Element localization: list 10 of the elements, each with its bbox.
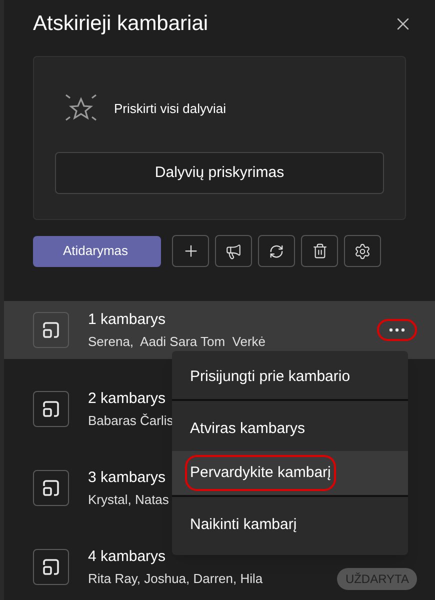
panel-title: Atskirieji kambariai: [33, 11, 208, 38]
room-members: Babaras Čarlis: [88, 412, 174, 430]
status-message: Priskirti visi dalyviai: [114, 100, 226, 118]
room-members: Serena, Aadi Sara Tom Verkė: [88, 332, 266, 350]
room-name: 3 kambarys: [88, 468, 166, 488]
room-members: Rita Ray, Joshua, Darren, Hila: [88, 570, 263, 588]
room-name: 4 kambarys: [88, 547, 166, 567]
room-name: 1 kambarys: [88, 310, 166, 330]
room-members: Krystal, Natas: [88, 490, 169, 509]
room-name: 2 kambarys: [88, 389, 166, 409]
